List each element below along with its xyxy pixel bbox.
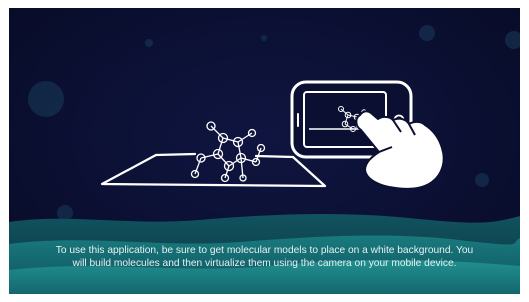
molecule-icon — [190, 121, 266, 183]
instructions-line-2: will build molecules and then virtualize… — [72, 258, 457, 269]
tutorial-screen: To use this application, be sure to get … — [9, 8, 520, 294]
instructions-line-1: To use this application, be sure to get … — [55, 245, 474, 256]
instructions-text: To use this application, be sure to get … — [23, 244, 506, 270]
white-surface-icon — [100, 152, 327, 188]
